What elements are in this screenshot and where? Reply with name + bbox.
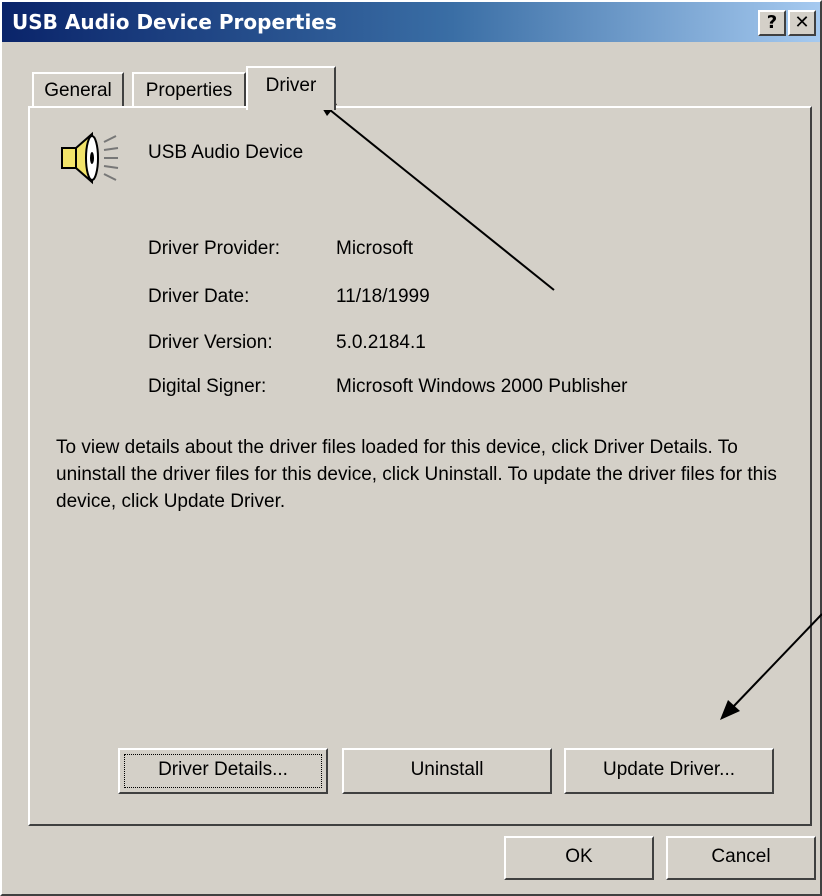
driver-provider-label: Driver Provider: <box>148 238 280 259</box>
properties-dialog: USB Audio Device Properties ? ✕ General … <box>0 0 822 896</box>
digital-signer-label: Digital Signer: <box>148 376 267 397</box>
close-button[interactable]: ✕ <box>788 10 816 36</box>
driver-details-button[interactable]: Driver Details... <box>118 748 328 794</box>
driver-date-value: 11/18/1999 <box>336 286 430 307</box>
cancel-button[interactable]: Cancel <box>666 836 816 880</box>
window-title: USB Audio Device Properties <box>12 10 337 34</box>
uninstall-button[interactable]: Uninstall <box>342 748 552 794</box>
ok-button[interactable]: OK <box>504 836 654 880</box>
help-button[interactable]: ? <box>758 10 786 36</box>
tab-driver[interactable]: Driver <box>246 66 336 110</box>
digital-signer-value: Microsoft Windows 2000 Publisher <box>336 376 628 397</box>
tab-general[interactable]: General <box>32 72 124 108</box>
title-bar[interactable]: USB Audio Device Properties ? ✕ <box>2 2 820 42</box>
driver-provider-value: Microsoft <box>336 238 414 259</box>
driver-version-value: 5.0.2184.1 <box>336 332 426 353</box>
speaker-icon <box>61 131 119 185</box>
device-name: USB Audio Device <box>148 142 304 163</box>
driver-date-label: Driver Date: <box>148 286 250 307</box>
update-driver-button[interactable]: Update Driver... <box>564 748 774 794</box>
driver-description: To view details about the driver files l… <box>56 437 777 512</box>
tab-properties[interactable]: Properties <box>132 72 246 108</box>
driver-version-label: Driver Version: <box>148 332 273 353</box>
